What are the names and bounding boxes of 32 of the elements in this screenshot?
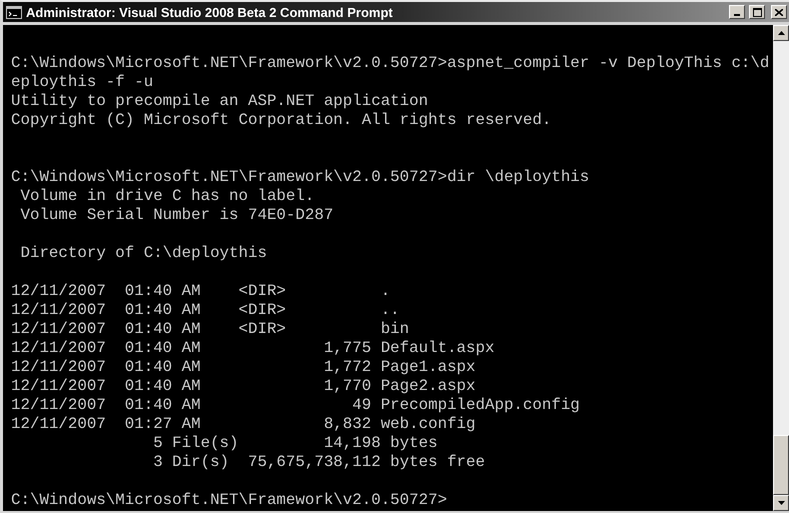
console-icon	[6, 6, 22, 18]
maximize-icon	[752, 8, 762, 16]
console-line: C:\Windows\Microsoft.NET\Framework\v2.0.50727>	[11, 491, 448, 510]
console-line: eploythis -f -u	[11, 73, 154, 92]
up-arrow-icon	[778, 31, 784, 35]
scroll-thumb[interactable]	[773, 435, 789, 495]
console-line: C:\Windows\Microsoft.NET\Framework\v2.0.50727>aspnet_compiler -v DeployThis c:\d	[11, 54, 770, 73]
console-line: C:\Windows\Microsoft.NET\Framework\v2.0.50727>dir \deploythis	[11, 168, 590, 187]
console-line: 12/11/2007 01:40 AM 1,775 Default.aspx	[11, 339, 496, 358]
console-line: 12/11/2007 01:40 AM 1,772 Page1.aspx	[11, 358, 477, 377]
console-line: Volume Serial Number is 74E0-D287	[19, 206, 334, 225]
window-title: Administrator: Visual Studio 2008 Beta 2 Command Prompt	[26, 4, 394, 20]
close-button[interactable]	[771, 5, 787, 19]
scroll-up-button[interactable]	[773, 25, 789, 41]
scrollbar[interactable]	[773, 25, 789, 511]
console-line: 12/11/2007 01:40 AM <DIR> bin	[11, 320, 410, 339]
minimize-button[interactable]	[729, 5, 745, 19]
console-line: 3 Dir(s) 75,675,738,112 bytes free	[152, 453, 486, 472]
down-arrow-icon	[778, 501, 784, 505]
console-line: Utility to precompile an ASP.NET application	[11, 92, 430, 111]
console-line: Volume in drive C has no label.	[19, 187, 316, 206]
console-line: Directory of C:\deploythis	[19, 244, 268, 263]
scroll-down-button[interactable]	[773, 495, 789, 511]
console-line: 5 File(s) 14,198 bytes	[152, 434, 439, 453]
console-line: 12/11/2007 01:27 AM 8,832 web.config	[11, 415, 477, 434]
console-line: Copyright (C) Microsoft Corporation. All rights reserved.	[11, 111, 552, 130]
console-line: 12/11/2007 01:40 AM 1,770 Page2.aspx	[11, 377, 477, 396]
console-line: 12/11/2007 01:40 AM <DIR> ..	[11, 301, 401, 320]
console-line: 12/11/2007 01:40 AM <DIR> .	[11, 282, 392, 301]
maximize-button[interactable]	[749, 5, 765, 19]
close-icon	[775, 8, 783, 16]
console-line: 12/11/2007 01:40 AM 49 PrecompiledApp.config	[11, 396, 581, 415]
